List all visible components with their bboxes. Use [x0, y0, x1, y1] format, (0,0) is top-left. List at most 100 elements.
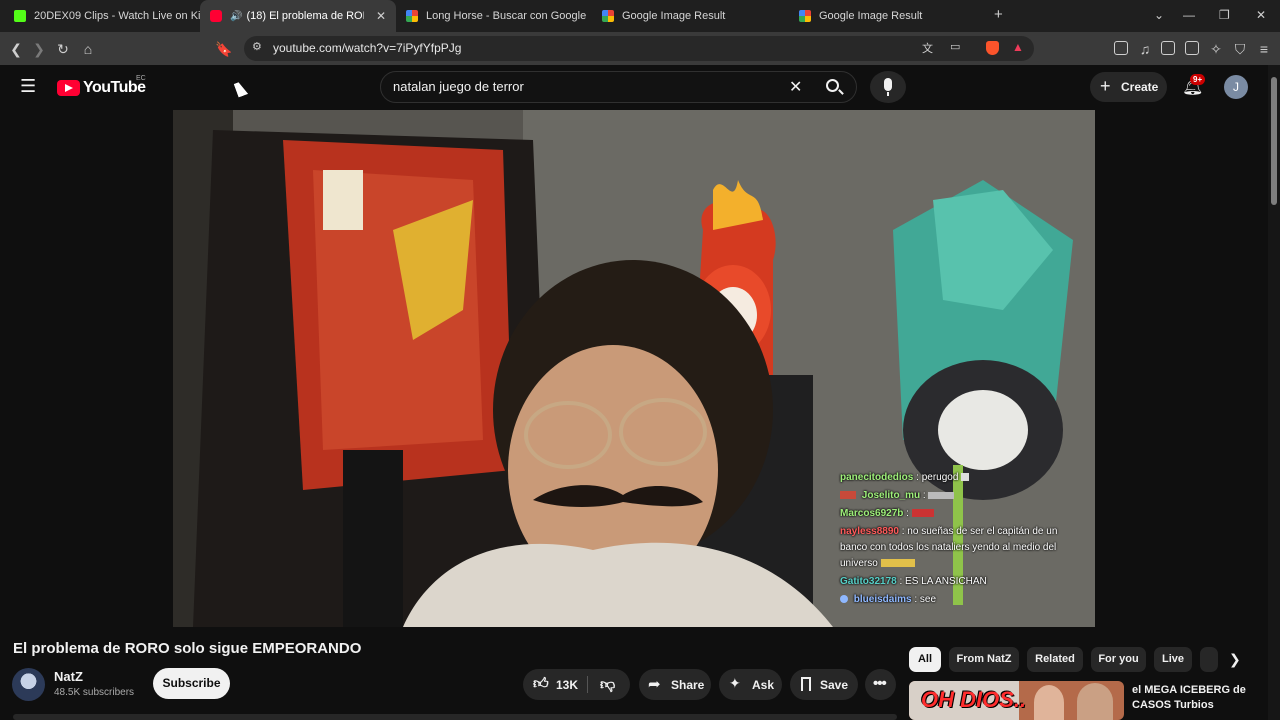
share-arrow-icon: ➦ — [648, 676, 661, 693]
google-favicon-icon — [799, 10, 811, 22]
like-button[interactable]: 👍︎ 13K — [523, 669, 587, 700]
google-favicon-icon — [602, 10, 614, 22]
browser-tab-strip: 20DEX09 Clips - Watch Live on Kick 🔊 (18… — [0, 0, 1280, 32]
tab-title: Google Image Result — [819, 10, 923, 22]
chat-text: universo — [840, 558, 878, 569]
thumbnail-face-1 — [1034, 685, 1064, 720]
tab-google-image-2[interactable]: Google Image Result — [789, 0, 985, 32]
audio-playing-icon[interactable]: 🔊 — [230, 11, 242, 22]
account-avatar[interactable]: J — [1224, 75, 1248, 99]
description-box-edge — [13, 714, 897, 720]
tab-google-search[interactable]: Long Horse - Buscar con Google — [396, 0, 592, 32]
translate-icon[interactable]: 文 — [922, 40, 933, 56]
clear-search-icon[interactable]: ✕ — [789, 77, 802, 97]
reload-icon[interactable]: ↻ — [54, 40, 72, 58]
chip-from-channel[interactable]: From NatZ — [949, 647, 1019, 672]
page-scrollbar[interactable] — [1268, 65, 1280, 720]
recommendation-title[interactable]: el MEGA ICEBERG de CASOS Turbios — [1132, 683, 1262, 713]
chat-text: : perugod — [916, 472, 959, 483]
search-input[interactable]: natalan juego de terror — [393, 79, 524, 94]
chips-next-icon[interactable]: ❯ — [1229, 651, 1241, 668]
channel-avatar[interactable] — [12, 668, 45, 701]
close-window-icon[interactable]: ✕ — [1256, 8, 1266, 22]
tab-list-chevron-icon[interactable]: ⌄ — [1154, 8, 1164, 22]
back-icon[interactable]: ❮ — [7, 40, 25, 58]
share-button[interactable]: ➦ Share — [639, 669, 711, 700]
thumbs-down-icon: 👎︎ — [600, 676, 616, 693]
chip-for-you[interactable]: For you — [1091, 647, 1146, 672]
subscribe-button[interactable]: Subscribe — [153, 668, 230, 699]
plus-icon: + — [1100, 76, 1111, 96]
save-button[interactable]: Save — [790, 669, 858, 700]
chat-username: nayless8890 — [840, 526, 899, 537]
chat-message: Gatito32178 : ES LA ANSICHAN — [840, 576, 987, 587]
sidebar-icon[interactable] — [1161, 41, 1175, 55]
tab-title: Long Horse - Buscar con Google — [426, 10, 587, 22]
video-player[interactable]: panecitodedios : perugod Joselito_mu : M… — [173, 110, 1095, 627]
chat-message: nayless8890 : no sueñas de ser el capitá… — [840, 526, 1057, 537]
scrollbar-thumb[interactable] — [1271, 77, 1277, 205]
vpn-icon[interactable]: ⛉ — [1231, 40, 1249, 58]
more-dots-icon: ••• — [873, 675, 887, 692]
tab-google-image-1[interactable]: Google Image Result — [592, 0, 788, 32]
chip-related[interactable]: Related — [1027, 647, 1083, 672]
badge-icon — [840, 595, 848, 604]
emote-icon — [911, 509, 934, 518]
tab-title: Google Image Result — [622, 10, 726, 22]
cast-icon[interactable]: ▭ — [950, 40, 960, 53]
chat-username: Joselito_mu — [861, 490, 921, 501]
url-text[interactable]: youtube.com/watch?v=7iPyfYfpPJg — [273, 41, 461, 55]
chat-text: : — [906, 508, 909, 519]
site-info-icon[interactable]: ⚙ — [252, 40, 262, 53]
chat-text: : see — [914, 594, 937, 605]
ask-button[interactable]: ✦ Ask — [719, 669, 782, 700]
more-actions-button[interactable]: ••• — [865, 669, 896, 700]
brave-shields-icon[interactable] — [986, 41, 999, 55]
voice-search-button[interactable] — [870, 71, 906, 103]
wallet-icon[interactable] — [1185, 41, 1199, 55]
menu-icon[interactable]: ≡ — [1255, 40, 1273, 58]
create-button[interactable]: + Create — [1090, 72, 1167, 102]
channel-name[interactable]: NatZ — [54, 669, 83, 684]
notification-badge: 9+ — [1190, 74, 1206, 85]
mouse-cursor — [233, 80, 249, 98]
brave-rewards-icon[interactable]: ▲ — [1012, 40, 1024, 54]
chat-message: Marcos6927b : — [840, 508, 934, 519]
thumbnail-overlay-text: OH DIOS.. — [921, 687, 1027, 712]
tab-youtube[interactable]: 🔊 (18) El problema de RORO so ✕ — [200, 0, 396, 32]
tab-kick[interactable]: 20DEX09 Clips - Watch Live on Kick — [4, 0, 200, 32]
microphone-stand — [887, 92, 889, 96]
ask-label: Ask — [752, 678, 775, 692]
media-icon[interactable]: ♫ — [1136, 40, 1154, 58]
chip-live[interactable]: Live — [1154, 647, 1192, 672]
chip-partial[interactable] — [1200, 647, 1218, 672]
emote-icon — [928, 491, 955, 499]
new-tab-button[interactable]: + — [994, 6, 1003, 23]
notifications-button[interactable]: 🔔︎ 9+ — [1180, 74, 1206, 99]
forward-icon[interactable]: ❯ — [30, 40, 48, 58]
search-icon-handle — [838, 89, 844, 95]
sparkle-icon: ✦ — [729, 675, 741, 691]
chat-message: panecitodedios : perugod — [840, 472, 970, 483]
tab-title: 20DEX09 Clips - Watch Live on Kick — [34, 10, 200, 22]
maximize-icon[interactable]: ❐ — [1219, 8, 1230, 22]
close-tab-icon[interactable]: ✕ — [376, 9, 386, 23]
leo-ai-icon[interactable]: ✧ — [1207, 40, 1225, 58]
minimize-icon[interactable]: — — [1183, 8, 1195, 22]
home-icon[interactable]: ⌂ — [79, 40, 97, 58]
extensions-icon[interactable] — [1114, 41, 1128, 55]
search-box[interactable]: natalan juego de terror ✕ — [380, 71, 857, 103]
save-bookmark-icon — [801, 677, 811, 691]
emote-icon — [880, 559, 915, 568]
address-bar[interactable]: ⚙ youtube.com/watch?v=7iPyfYfpPJg 文 ▭ ▲ — [244, 36, 1034, 61]
like-count: 13K — [556, 678, 579, 692]
chip-all[interactable]: All — [909, 647, 941, 672]
chat-message-continued: universo — [840, 558, 915, 569]
chat-username: Marcos6927b — [840, 508, 904, 519]
dislike-button[interactable]: 👎︎ — [588, 669, 630, 700]
bookmark-icon[interactable]: 🔖 — [215, 40, 233, 58]
chat-username: blueisdaims — [853, 594, 912, 605]
like-dislike-group: 👍︎ 13K 👎︎ — [523, 669, 630, 700]
hamburger-menu-icon[interactable]: ☰ — [20, 77, 36, 95]
recommendation-thumbnail[interactable]: OH DIOS.. — [909, 681, 1124, 720]
